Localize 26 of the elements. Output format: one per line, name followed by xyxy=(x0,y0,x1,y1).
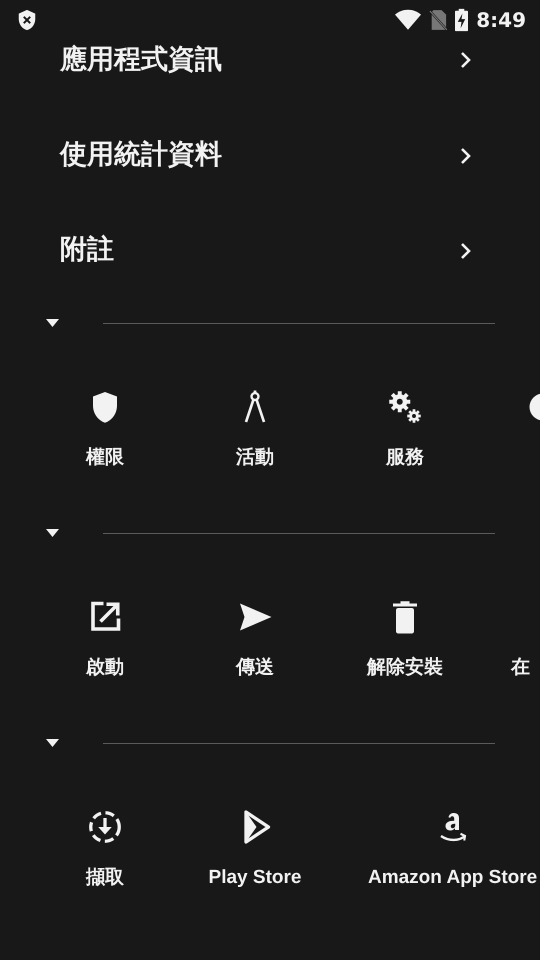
grid-item[interactable]: 傳送 xyxy=(180,558,330,718)
no-sim-icon xyxy=(429,9,448,31)
clock-time: 8:49 xyxy=(476,7,526,34)
battery-charging-icon xyxy=(455,8,468,32)
grid-item[interactable]: 活動 xyxy=(180,348,330,508)
chevron-right-icon xyxy=(460,51,472,69)
grid-item[interactable]: Play Store xyxy=(180,768,330,928)
grid-item[interactable]: 服務 xyxy=(330,348,480,508)
collapse-toggle[interactable] xyxy=(46,319,59,327)
grid-item[interactable]: 啟動 xyxy=(30,558,180,718)
grid-item[interactable]: Amazon App Store xyxy=(368,768,538,928)
chevron-right-icon xyxy=(460,242,472,260)
item-label[interactable]: 在 xyxy=(511,656,530,680)
chevron-right-icon xyxy=(460,146,472,164)
grid-item[interactable]: 解除安裝 xyxy=(330,558,480,718)
grid-item[interactable]: 擷取 xyxy=(30,768,180,928)
wifi-icon xyxy=(395,9,422,31)
gears-icon xyxy=(387,389,423,425)
collapse-toggle[interactable] xyxy=(46,739,59,747)
grid-item[interactable]: 權限 xyxy=(30,348,180,508)
download-circle-icon xyxy=(87,809,123,845)
menu-item[interactable]: 使用統計資料 xyxy=(0,108,540,203)
shield-icon xyxy=(16,9,38,31)
menu-item[interactable]: 附註 xyxy=(0,203,540,298)
collapse-toggle[interactable] xyxy=(46,529,59,537)
menu-item[interactable]: 應用程式資訊 xyxy=(0,40,540,108)
